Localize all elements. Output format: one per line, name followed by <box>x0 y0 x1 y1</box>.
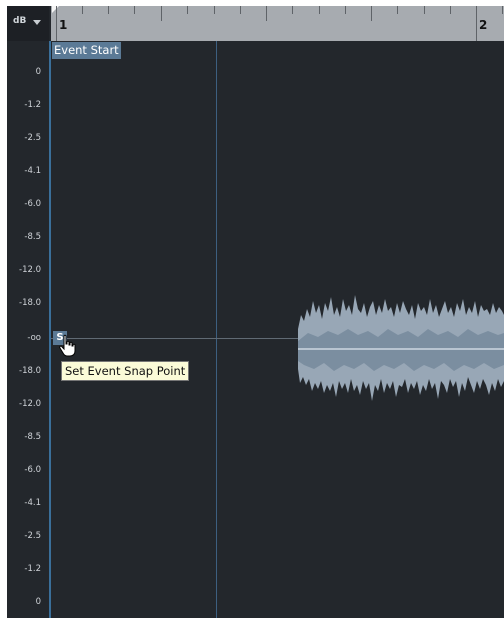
ruler-tick <box>108 6 109 14</box>
hand-pointer-icon <box>59 334 76 357</box>
scale-label: -6.0 <box>24 465 41 475</box>
ruler-tick <box>161 6 162 21</box>
scale-label: -4.1 <box>24 498 41 508</box>
ruler-tick <box>476 6 477 41</box>
ruler-tick <box>345 6 346 14</box>
scale-label: -12.0 <box>19 265 41 275</box>
ruler-tick <box>240 6 241 14</box>
scale-unit-label: dB <box>13 16 27 26</box>
ruler-tick <box>134 6 135 14</box>
sample-editor: dB 1 2 0 -1.2 -2.5 -4.1 -6.0 -8.5 -12.0 … <box>7 6 504 618</box>
waveform-center <box>298 348 504 350</box>
ruler-tick <box>56 6 57 41</box>
tooltip: Set Event Snap Point <box>61 361 190 381</box>
ruler-tick <box>319 6 320 14</box>
ruler-tick <box>187 6 188 14</box>
scale-label: -2.5 <box>24 531 41 541</box>
scale-label: -8.5 <box>24 432 41 442</box>
ruler-tick <box>371 6 372 21</box>
scale-label: -12.0 <box>19 399 41 409</box>
scale-label: -2.5 <box>24 133 41 143</box>
scale-label: -8.5 <box>24 232 41 242</box>
ruler-tick <box>397 6 398 14</box>
ruler-tick <box>266 6 267 21</box>
ruler-tick <box>82 6 83 14</box>
scale-label: 0 <box>35 67 41 77</box>
event-start-label[interactable]: Event Start <box>52 42 121 59</box>
level-scale: 0 -1.2 -2.5 -4.1 -6.0 -8.5 -12.0 -18.0 -… <box>7 41 49 618</box>
waveform-display[interactable]: Event Start S Set Event Snap Point <box>51 41 504 618</box>
scale-label: -18.0 <box>19 366 41 376</box>
snap-point-line <box>216 41 217 618</box>
scale-label: -1.2 <box>24 100 41 110</box>
ruler-bar-number: 1 <box>59 18 68 32</box>
scale-unit-dropdown[interactable]: dB <box>7 6 49 41</box>
audio-waveform <box>298 295 504 401</box>
scale-label: -1.2 <box>24 564 41 574</box>
scale-label: 0 <box>35 597 41 607</box>
ruler-tick <box>214 6 215 14</box>
ruler-tick <box>502 6 503 14</box>
scale-label: -18.0 <box>19 298 41 308</box>
chevron-down-icon <box>33 20 41 25</box>
scale-label: -6.0 <box>24 199 41 209</box>
scale-label: -4.1 <box>24 166 41 176</box>
ruler-tick <box>292 6 293 14</box>
ruler-tick <box>424 6 425 14</box>
ruler-tick <box>450 6 451 14</box>
ruler-bar-number: 2 <box>479 18 488 32</box>
scale-label: -oo <box>27 333 41 343</box>
timeline-ruler[interactable]: 1 2 <box>51 6 504 41</box>
